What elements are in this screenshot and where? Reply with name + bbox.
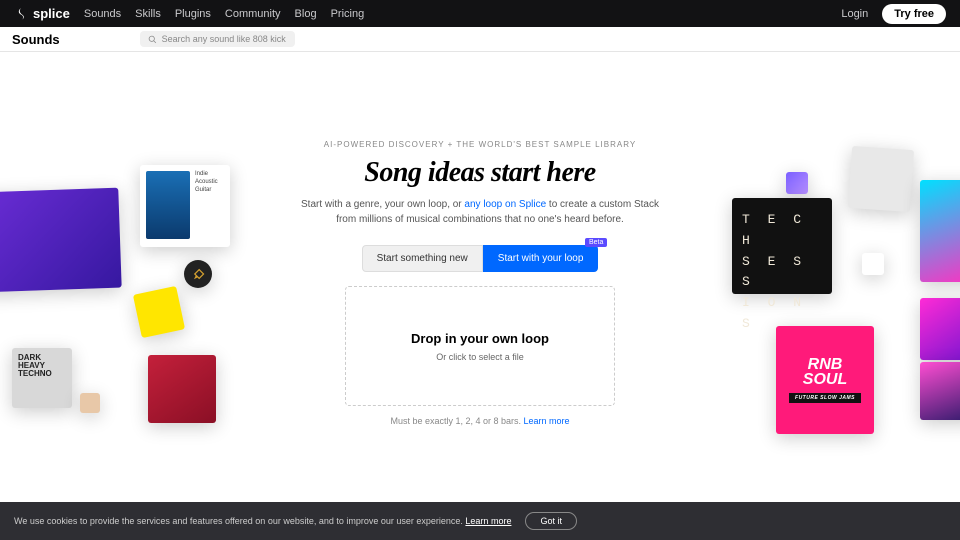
search-input[interactable] — [162, 34, 287, 44]
cookie-text-wrap: We use cookies to provide the services a… — [14, 516, 511, 526]
nav-link-pricing[interactable]: Pricing — [331, 8, 365, 20]
search-icon — [148, 35, 157, 44]
footnote: Must be exactly 1, 2, 4 or 8 bars. Learn… — [280, 416, 680, 426]
drop-sub: Or click to select a file — [436, 352, 524, 362]
cta-row: Start something new Start with your loop… — [280, 245, 680, 272]
footnote-link[interactable]: Learn more — [524, 416, 570, 426]
artwork-tile — [920, 298, 960, 360]
cookie-text: We use cookies to provide the services a… — [14, 516, 465, 526]
nav-right: Login Try free — [841, 4, 946, 24]
nav-links: Sounds Skills Plugins Community Blog Pri… — [84, 8, 364, 20]
try-free-button[interactable]: Try free — [882, 4, 946, 24]
btn-primary-label: Start with your loop — [498, 253, 584, 264]
brand-logo[interactable]: splice — [14, 6, 70, 21]
drop-title: Drop in your own loop — [411, 331, 549, 346]
login-link[interactable]: Login — [841, 8, 868, 20]
top-nav: splice Sounds Skills Plugins Community B… — [0, 0, 960, 27]
nav-left: splice Sounds Skills Plugins Community B… — [14, 6, 364, 21]
start-with-loop-button[interactable]: Start with your loop Beta — [483, 245, 599, 272]
artwork-tile: DARK HEAVY TECHNO — [12, 348, 72, 408]
nav-link-blog[interactable]: Blog — [295, 8, 317, 20]
subcopy-link[interactable]: any loop on Splice — [464, 199, 546, 210]
cookie-learn-link[interactable]: Learn more — [465, 516, 511, 526]
nav-link-skills[interactable]: Skills — [135, 8, 161, 20]
splice-logo-icon — [14, 7, 28, 21]
artwork-tile: T E C H S E S S I O N S — [732, 198, 832, 294]
artwork-tile — [133, 286, 185, 338]
brand-name: splice — [33, 6, 70, 21]
dropzone[interactable]: Drop in your own loop Or click to select… — [345, 286, 615, 406]
hero: AI-POWERED DISCOVERY + THE WORLD'S BEST … — [280, 140, 680, 426]
artwork-tile — [184, 260, 212, 288]
artwork-tile — [848, 146, 914, 212]
nav-link-community[interactable]: Community — [225, 8, 281, 20]
artwork-tile — [862, 253, 884, 275]
subcopy-pre: Start with a genre, your own loop, or — [301, 199, 464, 210]
nav-link-plugins[interactable]: Plugins — [175, 8, 211, 20]
search-wrap[interactable] — [140, 31, 295, 47]
cookie-accept-button[interactable]: Got it — [525, 512, 577, 530]
hero-overline: AI-POWERED DISCOVERY + THE WORLD'S BEST … — [280, 140, 680, 149]
hero-headline: Song ideas start here — [280, 157, 680, 189]
artwork-tile — [786, 172, 808, 194]
artwork-label: Indie Acoustic Guitar — [195, 171, 218, 241]
beta-badge: Beta — [585, 238, 607, 247]
artwork-tile — [148, 355, 216, 423]
artwork-title: RNB SOUL — [803, 357, 847, 387]
sub-nav: Sounds — [0, 27, 960, 52]
artwork-tile — [80, 393, 100, 413]
artwork-tile — [920, 180, 960, 282]
cookie-bar: We use cookies to provide the services a… — [0, 502, 960, 540]
artwork-thumb — [146, 171, 190, 239]
footnote-text: Must be exactly 1, 2, 4 or 8 bars. — [390, 416, 523, 426]
page-title: Sounds — [12, 32, 60, 47]
start-new-button[interactable]: Start something new — [362, 245, 483, 272]
nav-link-sounds[interactable]: Sounds — [84, 8, 121, 20]
artwork-tile: RNB SOUL FUTURE SLOW JAMS — [776, 326, 874, 434]
artwork-tile: Indie Acoustic Guitar — [140, 165, 230, 247]
hero-subcopy: Start with a genre, your own loop, or an… — [280, 197, 680, 227]
artwork-subtitle: FUTURE SLOW JAMS — [789, 393, 861, 403]
artwork-tile — [0, 188, 122, 293]
artwork-tile — [920, 362, 960, 420]
